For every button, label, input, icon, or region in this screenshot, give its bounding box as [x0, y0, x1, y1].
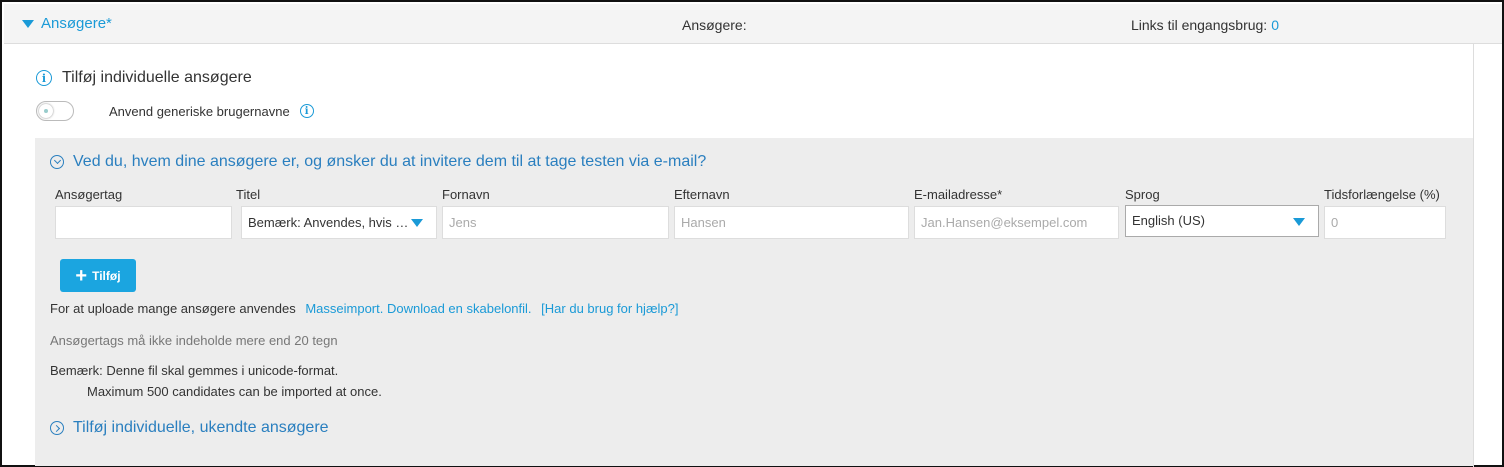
bulk-upload-line: For at uploade mange ansøgere anvendes M…: [50, 301, 678, 316]
caret-down-icon: [22, 19, 34, 28]
one-time-links-count[interactable]: 0: [1271, 17, 1279, 33]
tag-label: Ansøgertag: [55, 187, 123, 202]
applicants-section-label: Ansøgere*: [41, 15, 112, 32]
applicants-header: Ansøgere* Ansøgere: Links til engangsbru…: [4, 4, 1502, 44]
language-label: Sprog: [1125, 187, 1160, 202]
dropdown-arrow-icon: [411, 219, 423, 227]
content-divider: [1473, 44, 1474, 467]
applicant-tag-input[interactable]: [55, 206, 232, 239]
add-button-label: Tilføj: [92, 268, 121, 283]
invite-by-email-panel: Ved du, hvem dine ansøgere er, og ønsker…: [35, 138, 1473, 466]
title-select-value: Bemærk: Anvendes, hvis en ansøger ikke h…: [248, 215, 436, 230]
language-select[interactable]: English (US): [1125, 205, 1319, 237]
applicants-count-label: Ansøgere:: [682, 17, 747, 33]
first-name-label: Fornavn: [442, 187, 490, 202]
chevron-down-circle-icon: [50, 155, 64, 169]
mass-import-link[interactable]: Masseimport.: [305, 301, 383, 316]
one-time-links: Links til engangsbrug: 0: [1131, 17, 1279, 33]
bulk-upload-text: For at uploade mange ansøgere anvendes: [50, 301, 296, 316]
toggle-knob: [39, 104, 53, 118]
generic-usernames-row: Anvend generiske brugernavne i: [36, 101, 314, 121]
one-time-links-label: Links til engangsbrug:: [1131, 17, 1268, 33]
dropdown-arrow-icon: [1293, 218, 1305, 226]
invite-by-email-toggle[interactable]: Ved du, hvem dine ansøgere er, og ønsker…: [50, 153, 706, 171]
chevron-right-circle-icon: [50, 421, 64, 435]
last-name-label: Efternavn: [674, 187, 730, 202]
last-name-input[interactable]: Hansen: [674, 206, 909, 239]
add-individual-title: i Tilføj individuelle ansøgere: [36, 69, 252, 87]
invite-panel-heading: Ved du, hvem dine ansøgere er, og ønsker…: [73, 153, 707, 170]
add-applicant-button[interactable]: + Tilføj: [60, 259, 136, 292]
section-title-text: Tilføj individuelle ansøgere: [62, 69, 252, 86]
title-label: Titel: [236, 187, 261, 202]
applicants-frame: Ansøgere* Ansøgere: Links til engangsbru…: [0, 0, 1504, 467]
unknown-applicants-heading: Tilføj individuelle, ukendte ansøgere: [73, 419, 329, 436]
applicants-section-toggle[interactable]: Ansøgere*: [22, 15, 112, 32]
info-icon[interactable]: i: [299, 104, 314, 118]
language-select-value: English (US): [1132, 213, 1205, 228]
title-select[interactable]: Bemærk: Anvendes, hvis en ansøger ikke h…: [241, 206, 437, 239]
first-name-input[interactable]: Jens: [442, 206, 669, 239]
unknown-applicants-toggle[interactable]: Tilføj individuelle, ukendte ansøgere: [50, 419, 329, 437]
time-extension-input[interactable]: 0: [1324, 206, 1446, 239]
generic-usernames-label: Anvend generiske brugernavne: [109, 103, 290, 119]
help-link[interactable]: [Har du brug for hjælp?]: [541, 301, 678, 316]
info-icon: i: [36, 70, 52, 86]
time-extension-label: Tidsforlængelse (%): [1324, 187, 1440, 202]
plus-icon: +: [75, 264, 88, 287]
import-limit-note: Maximum 500 candidates can be imported a…: [87, 384, 382, 399]
email-label: E-mailadresse*: [914, 187, 1003, 202]
tag-limit-note: Ansøgertags må ikke indeholde mere end 2…: [50, 333, 338, 348]
unicode-note: Bemærk: Denne fil skal gemmes i unicode-…: [50, 363, 339, 378]
download-template-link[interactable]: Download en skabelonfil.: [387, 301, 532, 316]
generic-usernames-toggle[interactable]: [36, 101, 74, 121]
email-input[interactable]: Jan.Hansen@eksempel.com: [914, 206, 1119, 239]
